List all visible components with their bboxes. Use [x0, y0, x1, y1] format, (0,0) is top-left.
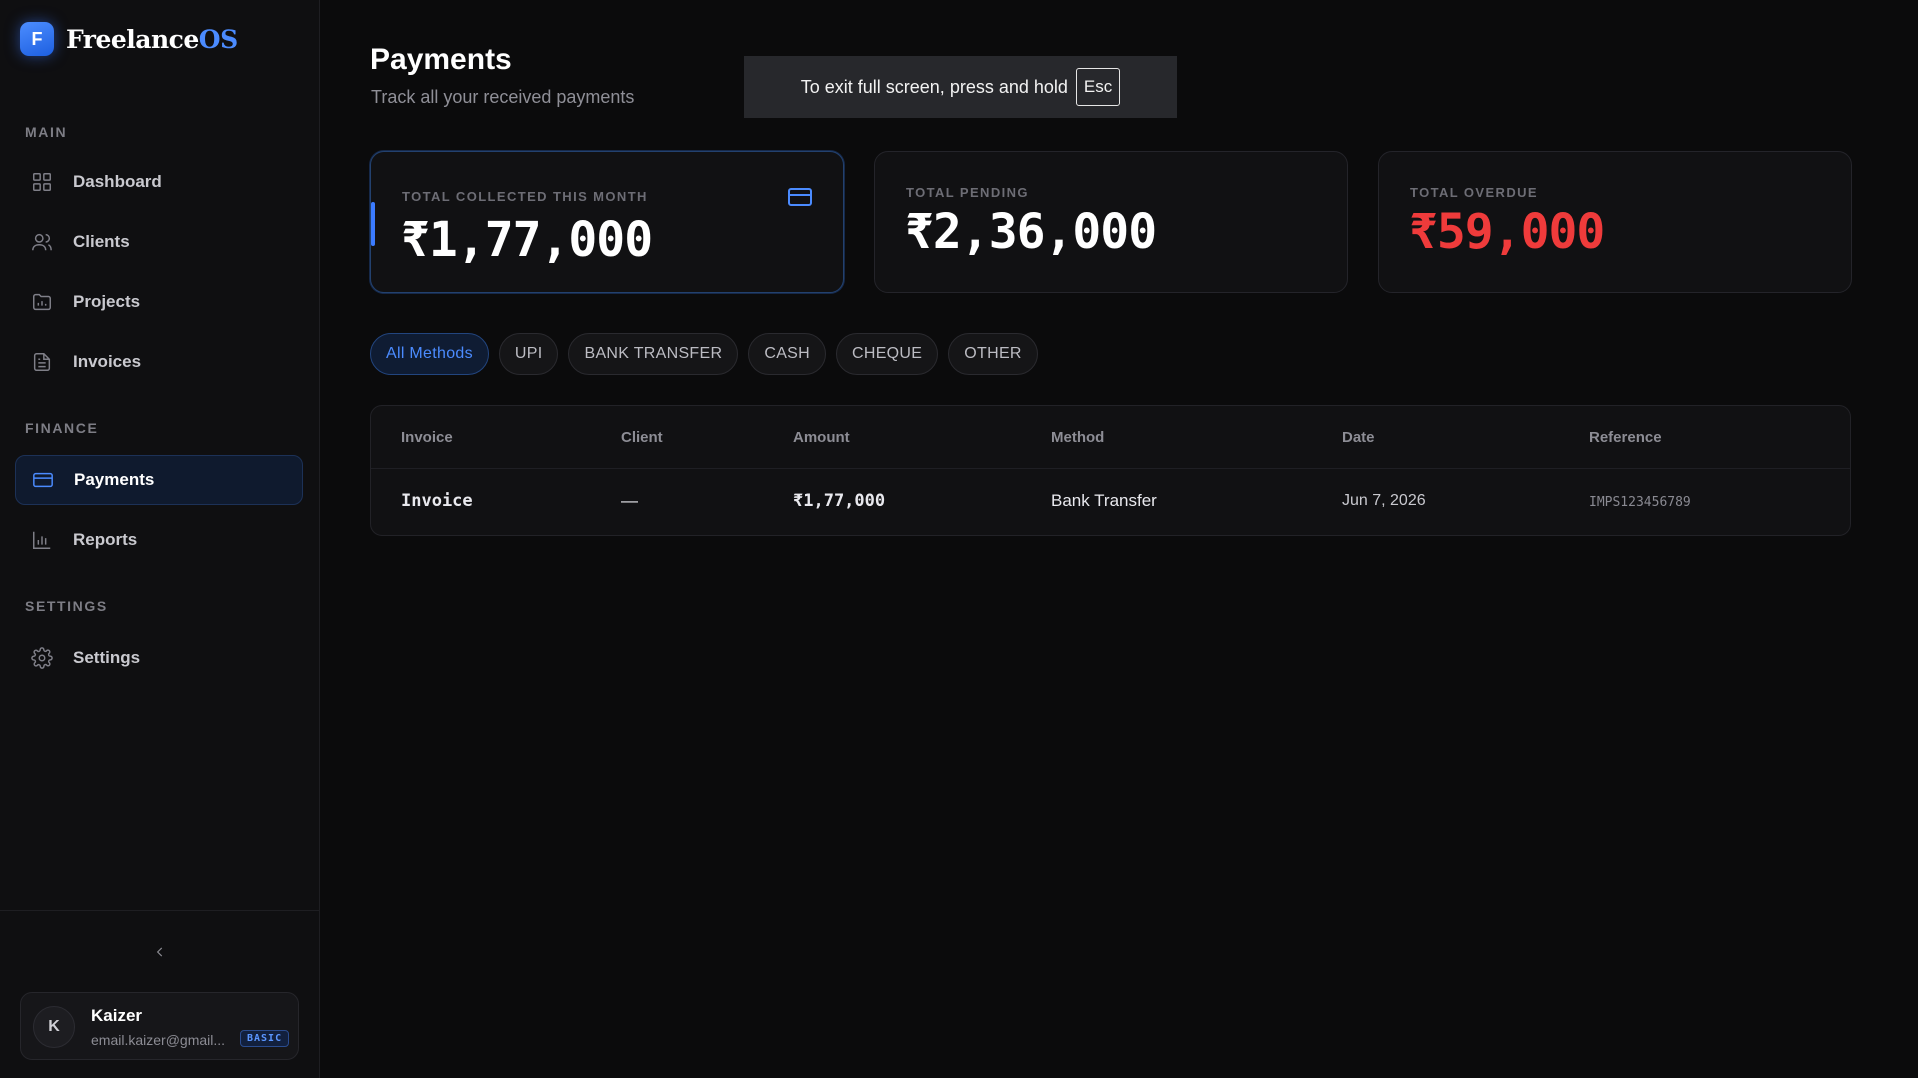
sidebar-item-label: Dashboard [73, 172, 162, 191]
column-header-date[interactable]: Date [1342, 429, 1375, 446]
chevron-left-icon [156, 947, 163, 957]
cell-method: Bank Transfer [1051, 491, 1157, 510]
brand[interactable]: F FreelanceOS [20, 22, 238, 56]
fullscreen-toast-text: To exit full screen, press and hold [800, 76, 1068, 97]
section-label-settings: SETTINGS [25, 598, 108, 614]
column-header-amount[interactable]: Amount [793, 429, 850, 446]
user-card[interactable]: K Kaizer email.kaizer@gmail... BASIC [20, 992, 299, 1060]
avatar: K [33, 1006, 75, 1048]
sidebar-item-reports[interactable]: Reports [15, 515, 303, 565]
sidebar-item-dashboard[interactable]: Dashboard [15, 157, 303, 207]
stat-value: ₹59,000 [1409, 204, 1605, 260]
user-name: Kaizer [91, 1006, 143, 1025]
brand-logo: F [20, 22, 54, 56]
stat-label: TOTAL COLLECTED THIS MONTH [402, 189, 648, 204]
document-icon [33, 353, 51, 371]
sidebar-item-label: Invoices [73, 352, 142, 371]
sidebar-item-projects[interactable]: Projects [15, 277, 303, 327]
filter-cash[interactable]: CASH [748, 333, 826, 375]
sidebar-item-label: Payments [74, 470, 155, 489]
sidebar-item-settings[interactable]: Settings [15, 633, 303, 683]
esc-key-hint: Esc [1075, 68, 1121, 106]
card-icon [787, 186, 813, 208]
brand-name: FreelanceOS [66, 24, 238, 54]
table-header: Invoice Client Amount Method Date Refere… [371, 406, 1850, 469]
folder-chart-icon [33, 293, 51, 311]
cell-reference: IMPS123456789 [1589, 495, 1691, 510]
column-header-client[interactable]: Client [621, 429, 663, 446]
user-email: email.kaizer@gmail... [91, 1032, 226, 1048]
fullscreen-exit-toast: To exit full screen, press and hold Esc [744, 56, 1177, 118]
section-label-main: MAIN [25, 124, 68, 140]
filter-all-methods[interactable]: All Methods [370, 333, 489, 375]
stat-card-pending: TOTAL PENDING ₹2,36,000 [874, 151, 1348, 293]
cell-date: Jun 7, 2026 [1342, 492, 1426, 509]
stat-label: TOTAL PENDING [906, 185, 1029, 200]
stat-card-overdue: TOTAL OVERDUE ₹59,000 [1378, 151, 1852, 293]
bar-chart-icon [33, 531, 51, 549]
page-subtitle: Track all your received payments [371, 87, 635, 107]
stat-value: ₹1,77,000 [401, 212, 653, 268]
sidebar-item-clients[interactable]: Clients [15, 217, 303, 267]
stat-value: ₹2,36,000 [905, 204, 1157, 260]
filter-upi[interactable]: UPI [498, 333, 559, 375]
sidebar: F FreelanceOS MAIN Dashboard Clients Pro… [0, 0, 320, 1078]
card-icon [33, 472, 53, 488]
page-title: Payments [370, 43, 512, 76]
users-icon [32, 233, 52, 251]
sidebar-item-invoices[interactable]: Invoices [15, 337, 303, 387]
payment-method-filters: All Methods UPI BANK TRANSFER CASH CHEQU… [370, 333, 1038, 375]
cell-invoice[interactable]: Invoice [401, 491, 473, 511]
section-label-finance: FINANCE [25, 420, 99, 436]
cell-amount: ₹1,77,000 [793, 491, 886, 511]
sidebar-divider [0, 910, 320, 911]
stat-label: TOTAL OVERDUE [1410, 185, 1538, 200]
column-header-reference[interactable]: Reference [1589, 429, 1662, 446]
gear-icon [31, 647, 53, 669]
filter-other[interactable]: OTHER [948, 333, 1038, 375]
sidebar-item-label: Clients [73, 232, 130, 251]
filter-bank-transfer[interactable]: BANK TRANSFER [568, 333, 739, 375]
sidebar-item-label: Settings [73, 648, 141, 667]
cell-client: — [621, 491, 638, 510]
grid-icon [33, 173, 51, 191]
accent-bar [371, 202, 375, 246]
sidebar-item-payments[interactable]: Payments [15, 455, 303, 505]
column-header-method[interactable]: Method [1051, 429, 1104, 446]
table-row[interactable]: Invoice — ₹1,77,000 Bank Transfer Jun 7,… [371, 469, 1850, 535]
payments-table: Invoice Client Amount Method Date Refere… [370, 405, 1851, 536]
sidebar-item-label: Reports [73, 530, 138, 549]
collapse-sidebar-button[interactable] [148, 940, 172, 964]
sidebar-item-label: Projects [73, 292, 141, 311]
stat-card-collected: TOTAL COLLECTED THIS MONTH ₹1,77,000 [370, 151, 844, 293]
column-header-invoice[interactable]: Invoice [401, 429, 453, 446]
filter-cheque[interactable]: CHEQUE [836, 333, 939, 375]
plan-badge: BASIC [240, 1030, 290, 1047]
